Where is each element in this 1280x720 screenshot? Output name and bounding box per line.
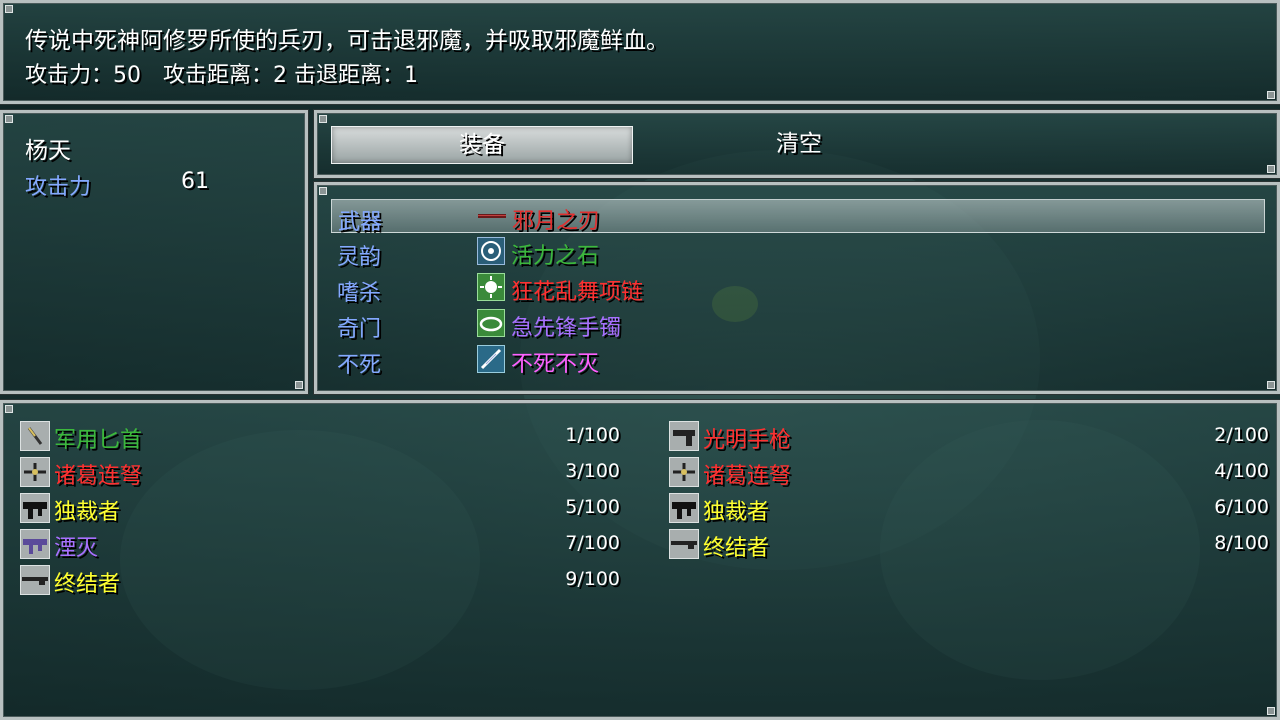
list-item[interactable]: 终结者 9/100 [20, 563, 620, 597]
bracelet-icon [477, 309, 505, 337]
item-name: 光明手枪 [703, 428, 792, 453]
item-count: 8/100 [1214, 532, 1269, 554]
necklace-icon [477, 273, 505, 301]
status-window: 杨天 攻击力 61 [0, 110, 308, 394]
list-item[interactable]: 独裁者 6/100 [669, 491, 1269, 525]
item-name: 终结者 [703, 536, 770, 561]
list-item[interactable]: 光明手枪 2/100 [669, 419, 1269, 453]
item-list-window: 军用匕首 1/100 光明手枪 2/100 诸葛连弩 3/100 诸葛连弩 4/… [0, 400, 1280, 720]
pistol-icon [669, 421, 699, 451]
slot-type-label: 嗜杀 [337, 281, 382, 306]
slot-item-name: 邪月之刃 [512, 209, 601, 234]
item-name: 湮灭 [54, 536, 99, 561]
crossbow-icon [20, 457, 50, 487]
help-window: 传说中死神阿修罗所使的兵刃，可击退邪魔，并吸取邪魔鲜血。 攻击力：50 攻击距离… [0, 0, 1280, 104]
smg-icon [20, 493, 50, 523]
item-count: 2/100 [1214, 424, 1269, 446]
item-description: 传说中死神阿修罗所使的兵刃，可击退邪魔，并吸取邪魔鲜血。 [25, 28, 669, 54]
item-name: 独裁者 [54, 500, 121, 525]
item-count: 9/100 [565, 568, 620, 590]
list-item[interactable]: 诸葛连弩 4/100 [669, 455, 1269, 489]
actor-name: 杨天 [25, 138, 71, 164]
slot-item-name: 狂花乱舞项链 [511, 280, 644, 305]
item-name: 独裁者 [703, 500, 770, 525]
smg-icon [669, 493, 699, 523]
rifle-icon [20, 565, 50, 595]
slot-item-name: 急先锋手镯 [511, 316, 622, 341]
slot-row-mystic[interactable]: 奇门 急先锋手镯 [331, 307, 1265, 342]
slot-item-name: 不死不灭 [511, 352, 600, 377]
list-item[interactable]: 诸葛连弩 3/100 [20, 455, 620, 489]
attack-value: 61 [181, 169, 209, 194]
slot-row-bloodlust[interactable]: 嗜杀 狂花乱舞项链 [331, 271, 1265, 306]
slot-type-label: 灵韵 [337, 245, 382, 270]
attack-label: 攻击力 [25, 175, 92, 200]
slot-type-label: 武器 [338, 210, 383, 235]
slot-row-undying[interactable]: 不死 不死不灭 [331, 343, 1265, 378]
list-item[interactable]: 终结者 8/100 [669, 527, 1269, 561]
slot-type-label: 不死 [337, 353, 382, 378]
item-count: 5/100 [565, 496, 620, 518]
list-item[interactable]: 独裁者 5/100 [20, 491, 620, 525]
item-count: 3/100 [565, 460, 620, 482]
crossbow-icon [669, 457, 699, 487]
slot-item-name: 活力之石 [511, 244, 600, 269]
stone-icon [477, 237, 505, 265]
item-name: 诸葛连弩 [54, 464, 143, 489]
equip-command[interactable]: 装备 [331, 126, 633, 164]
rifle-icon [669, 529, 699, 559]
item-name: 终结者 [54, 572, 121, 597]
slot-row-weapon[interactable]: 武器 邪月之刃 [331, 199, 1265, 235]
clear-command[interactable]: 清空 [649, 126, 949, 162]
item-stats: 攻击力：50 攻击距离：2 击退距离：1 [25, 63, 418, 88]
smg-purple-icon [20, 529, 50, 559]
item-count: 6/100 [1214, 496, 1269, 518]
item-name: 诸葛连弩 [703, 464, 792, 489]
command-window: 装备 清空 [314, 110, 1280, 178]
slot-type-label: 奇门 [337, 317, 382, 342]
item-count: 4/100 [1214, 460, 1269, 482]
list-item[interactable]: 湮灭 7/100 [20, 527, 620, 561]
item-name: 军用匕首 [54, 428, 143, 453]
equipment-slot-window: 武器 邪月之刃 灵韵 活力之石 嗜杀 狂花乱舞项链 奇门 急先锋手镯 不死 不死… [314, 182, 1280, 394]
list-item[interactable]: 军用匕首 1/100 [20, 419, 620, 453]
item-count: 1/100 [565, 424, 620, 446]
slot-row-spirit[interactable]: 灵韵 活力之石 [331, 235, 1265, 270]
dagger-icon [20, 421, 50, 451]
blade-icon [478, 202, 506, 230]
item-count: 7/100 [565, 532, 620, 554]
feather-icon [477, 345, 505, 373]
